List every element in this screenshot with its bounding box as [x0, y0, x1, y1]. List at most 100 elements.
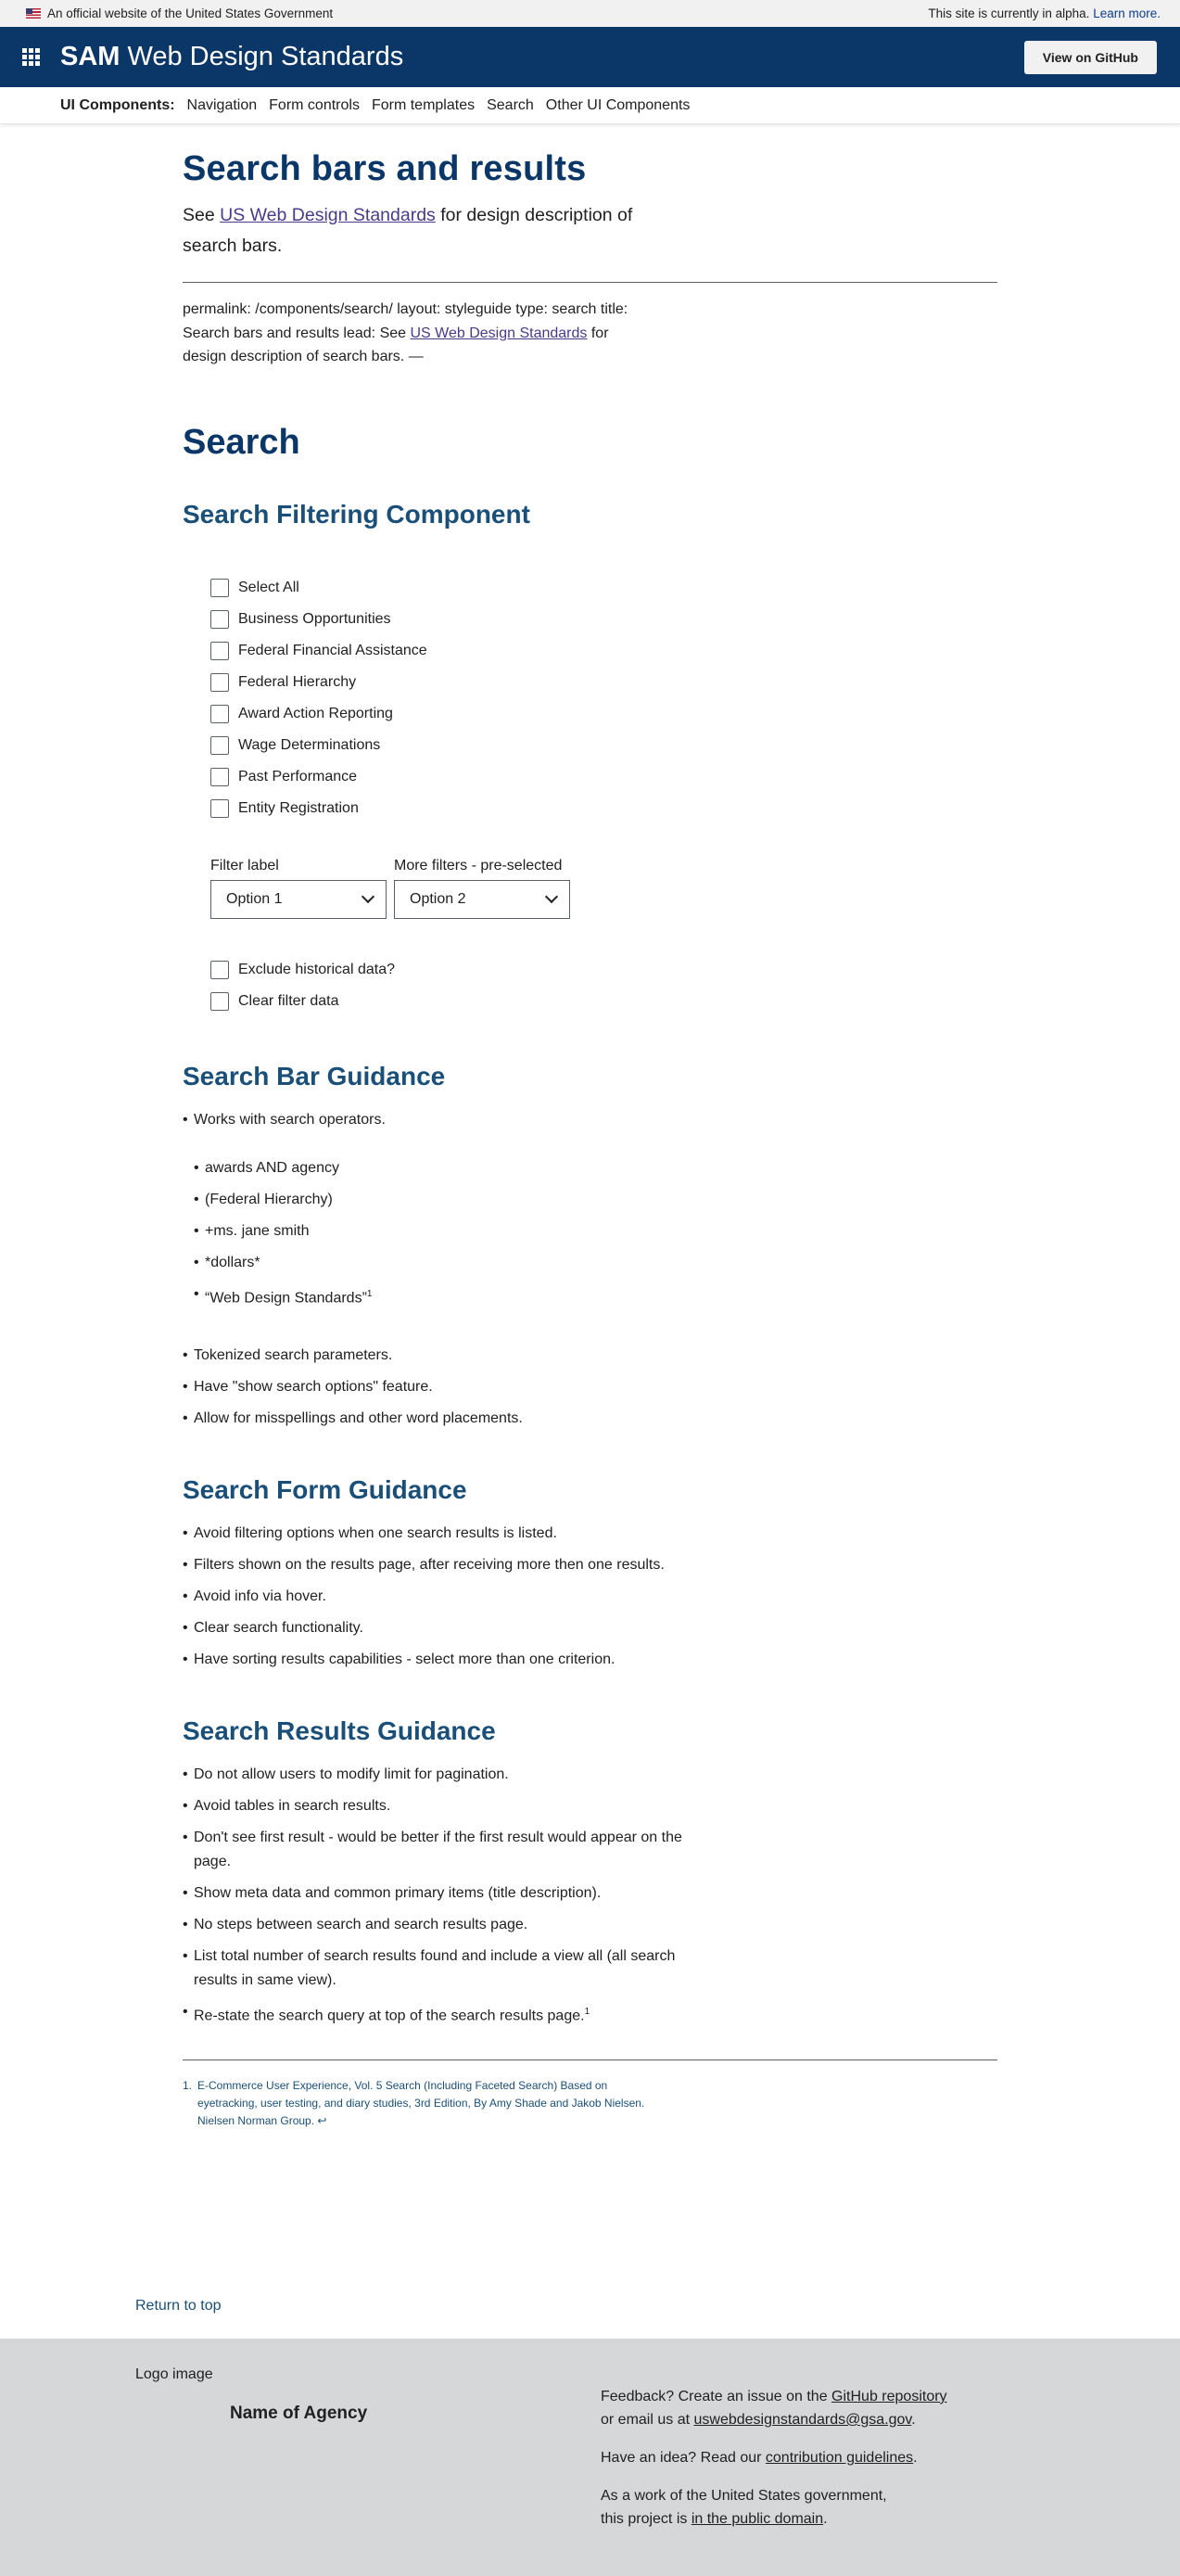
search-filtering-heading: Search Filtering Component: [183, 499, 530, 529]
search-results-guidance-heading: Search Results Guidance: [183, 1715, 496, 1745]
checkbox-box[interactable]: [210, 767, 229, 786]
more-filters-select[interactable]: Option 2: [394, 879, 570, 919]
filter-checkbox-list: Select All Business Opportunities Federa…: [210, 572, 998, 824]
footnote-number: 1.: [183, 2079, 193, 2093]
uswds-meta-link[interactable]: US Web Design Standards: [410, 325, 587, 341]
list-item: Re-state the search query at top of the …: [183, 2000, 683, 2028]
gov-banner: An official website of the United States…: [0, 0, 1180, 27]
list-item: Clear search functionality.: [183, 1616, 998, 1640]
checkbox-business-opportunities[interactable]: Business Opportunities: [210, 604, 998, 635]
list-item: Do not allow users to modify limit for p…: [183, 1763, 683, 1787]
subnav-label: UI Components:: [60, 96, 175, 113]
page-title: Search bars and results: [183, 149, 587, 188]
list-item: (Federal Hierarchy): [194, 1188, 998, 1212]
site-title[interactable]: SAM Web Design Standards: [60, 42, 403, 72]
list-item: Have sorting results capabilities - sele…: [183, 1648, 998, 1672]
chevron-down-icon: [544, 889, 559, 904]
search-form-guidance-list: Avoid filtering options when one search …: [183, 1522, 998, 1672]
search-operators-list: awards AND agency (Federal Hierarchy) +m…: [183, 1156, 998, 1310]
list-item: awards AND agency: [194, 1156, 998, 1180]
divider: [183, 282, 997, 283]
subnav-item-navigation[interactable]: Navigation: [187, 97, 258, 114]
public-domain-link[interactable]: in the public domain: [692, 2511, 823, 2527]
list-item: *dollars*: [194, 1251, 998, 1275]
search-form-guidance-heading: Search Form Guidance: [183, 1474, 467, 1504]
footnote-ref[interactable]: 1: [367, 1289, 373, 1299]
checkbox-award-action-reporting[interactable]: Award Action Reporting: [210, 698, 998, 730]
list-item: Works with search operators.: [183, 1108, 998, 1132]
list-item: Have "show search options" feature.: [183, 1375, 998, 1399]
return-to-top-link[interactable]: Return to top: [135, 2298, 222, 2315]
checkbox-box[interactable]: [210, 609, 229, 629]
filter-label: Filter label: [210, 857, 279, 874]
email-link[interactable]: uswebdesignstandards@gsa.gov: [693, 2412, 911, 2428]
checkbox-box[interactable]: [210, 704, 229, 723]
uswds-link[interactable]: US Web Design Standards: [220, 205, 436, 225]
footnote-list: 1. E-Commerce User Experience, Vol. 5 Se…: [183, 2077, 665, 2130]
agency-name: Name of Agency: [230, 2404, 368, 2423]
checkbox-exclude-historical[interactable]: Exclude historical data?: [210, 954, 998, 986]
list-item: Allow for misspellings and other word pl…: [183, 1407, 998, 1431]
search-bar-more-list: Tokenized search parameters. Have "show …: [183, 1344, 998, 1431]
search-bar-guidance-list: Works with search operators.: [183, 1108, 998, 1132]
subnav-item-form-controls[interactable]: Form controls: [269, 97, 360, 114]
footer-logo: Logo image: [135, 2366, 213, 2382]
contribution-guidelines-link[interactable]: contribution guidelines: [766, 2450, 913, 2466]
idea-text: Have an idea? Read our contribution guid…: [601, 2450, 918, 2466]
app-grid-icon[interactable]: [22, 48, 40, 66]
list-item: Avoid filtering options when one search …: [183, 1522, 998, 1546]
footnote-ref[interactable]: 1: [585, 2007, 590, 2017]
more-filters-label: More filters - pre-selected: [394, 857, 563, 874]
checkbox-box[interactable]: [210, 798, 229, 818]
site-header: SAM Web Design Standards View on GitHub: [0, 27, 1180, 87]
footer-contact: Feedback? Create an issue on the GitHub …: [601, 2385, 971, 2545]
extra-checkbox-list: Exclude historical data? Clear filter da…: [210, 954, 998, 1017]
view-on-github-button[interactable]: View on GitHub: [1023, 40, 1157, 74]
list-item: Avoid info via hover.: [183, 1585, 998, 1609]
list-item: Filters shown on the results page, after…: [183, 1553, 998, 1577]
alpha-notice: This site is currently in alpha.: [928, 6, 1090, 20]
footnote-item: E-Commerce User Experience, Vol. 5 Searc…: [197, 2079, 645, 2128]
search-heading: Search: [183, 422, 300, 462]
footnote-back-icon[interactable]: ↩: [317, 2114, 326, 2127]
component-subnav: UI Components: Navigation Form controls …: [0, 87, 1180, 124]
filter-selects: Filter label Option 1 More filters - pre…: [210, 858, 998, 919]
main-content: Search bars and results See US Web Desig…: [183, 149, 998, 2130]
list-item: Show meta data and common primary items …: [183, 1881, 683, 1906]
checkbox-entity-registration[interactable]: Entity Registration: [210, 793, 998, 824]
checkbox-federal-financial-assistance[interactable]: Federal Financial Assistance: [210, 635, 998, 667]
subnav-item-search[interactable]: Search: [487, 97, 534, 114]
front-matter-text: permalink: /components/search/ layout: s…: [183, 301, 628, 364]
learn-more-link[interactable]: Learn more.: [1093, 6, 1161, 20]
list-item: List total number of search results foun…: [183, 1945, 683, 1993]
list-item: +ms. jane smith: [194, 1219, 998, 1243]
search-bar-guidance-heading: Search Bar Guidance: [183, 1061, 446, 1090]
checkbox-past-performance[interactable]: Past Performance: [210, 761, 998, 793]
chevron-down-icon: [361, 889, 375, 904]
page-lead: See US Web Design Standards for design d…: [183, 205, 633, 256]
us-flag-icon: [26, 8, 41, 19]
list-item: No steps between search and search resul…: [183, 1913, 683, 1937]
list-item: Avoid tables in search results.: [183, 1794, 683, 1818]
list-item: Don't see first result - would be better…: [183, 1826, 683, 1874]
github-repository-link[interactable]: GitHub repository: [831, 2389, 947, 2404]
subnav-item-form-templates[interactable]: Form templates: [372, 97, 475, 114]
checkbox-box[interactable]: [210, 960, 229, 979]
subnav-item-other-components[interactable]: Other UI Components: [546, 97, 691, 114]
feedback-text: Feedback? Create an issue on the GitHub …: [601, 2389, 947, 2428]
filter-select[interactable]: Option 1: [210, 879, 387, 919]
checkbox-federal-hierarchy[interactable]: Federal Hierarchy: [210, 667, 998, 698]
public-domain-text: As a work of the United States governmen…: [601, 2488, 887, 2527]
checkbox-select-all[interactable]: Select All: [210, 572, 998, 604]
list-item: “Web Design Standards”1: [194, 1282, 998, 1310]
checkbox-wage-determinations[interactable]: Wage Determinations: [210, 730, 998, 761]
checkbox-box[interactable]: [210, 991, 229, 1011]
list-item: Tokenized search parameters.: [183, 1344, 998, 1368]
checkbox-box[interactable]: [210, 641, 229, 660]
checkbox-box[interactable]: [210, 735, 229, 755]
official-site-text: An official website of the United States…: [47, 6, 334, 20]
checkbox-box[interactable]: [210, 578, 229, 597]
checkbox-clear-filter[interactable]: Clear filter data: [210, 986, 998, 1017]
checkbox-box[interactable]: [210, 672, 229, 692]
search-results-guidance-list: Do not allow users to modify limit for p…: [183, 1763, 683, 2028]
